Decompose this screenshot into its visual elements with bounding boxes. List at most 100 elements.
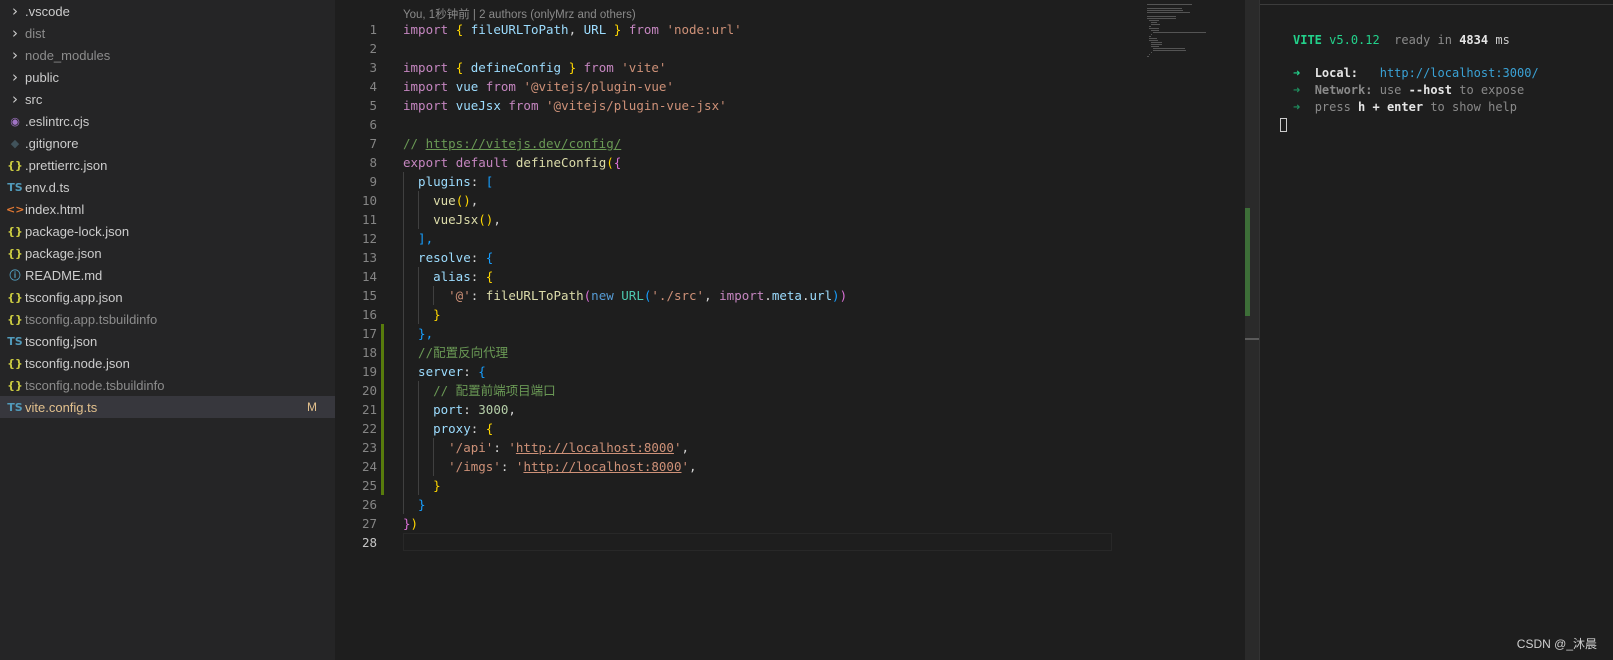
file-item[interactable]: {} tsconfig.app.json: [0, 286, 335, 308]
folder-item[interactable]: › node_modules: [0, 44, 335, 66]
file-item[interactable]: {} tsconfig.node.tsbuildinfo: [0, 374, 335, 396]
code-area[interactable]: 1 import { fileURLToPath, URL } from 'nod…: [335, 20, 1240, 552]
code-text: import { fileURLToPath, URL } from 'node…: [403, 20, 742, 39]
file-item[interactable]: <> index.html: [0, 198, 335, 220]
line-number: 27: [361, 516, 377, 531]
code-line[interactable]: 27}): [335, 514, 1240, 533]
minimap-line: [1149, 28, 1159, 29]
terminal-panel[interactable]: VITE v5.0.12 ready in 4834 ms ➜ Local: h…: [1260, 0, 1613, 660]
git-modified-indicator[interactable]: [381, 400, 384, 419]
line-number: 17: [361, 326, 377, 341]
code-line[interactable]: 14 alias: {: [335, 267, 1240, 286]
code-line[interactable]: 26 }: [335, 495, 1240, 514]
code-token: import: [403, 98, 456, 113]
code-line[interactable]: 19 server: {: [335, 362, 1240, 381]
json-icon: {}: [7, 224, 23, 238]
code-token: ,: [568, 22, 584, 37]
code-line[interactable]: 23 '/api': 'http://localhost:8000',: [335, 438, 1240, 457]
minimap-line: [1151, 42, 1162, 43]
file-item[interactable]: {} .prettierrc.json: [0, 154, 335, 176]
code-line[interactable]: 1 import { fileURLToPath, URL } from 'nod…: [335, 20, 1240, 39]
code-editor[interactable]: You, 1秒钟前 | 2 authors (onlyMrz and other…: [335, 0, 1240, 660]
git-modified-indicator[interactable]: [381, 457, 384, 476]
minimap-line: [1147, 12, 1190, 13]
code-line[interactable]: 7 // https://vitejs.dev/config/: [335, 134, 1240, 153]
file-item[interactable]: TS vite.config.ts M: [0, 396, 335, 418]
typescript-icon: TS: [7, 400, 23, 414]
file-item[interactable]: {} tsconfig.node.json: [0, 352, 335, 374]
line-number: 15: [361, 288, 377, 303]
file-item[interactable]: ◆ .gitignore: [0, 132, 335, 154]
code-token: :: [470, 250, 486, 265]
code-token: fileURLToPath: [485, 288, 584, 303]
code-text: import { defineConfig } from 'vite': [403, 58, 666, 77]
folder-item[interactable]: › dist: [0, 22, 335, 44]
code-line[interactable]: 11 vueJsx(),: [335, 210, 1240, 229]
code-line[interactable]: 8 export default defineConfig({: [335, 153, 1240, 172]
code-token: URL: [583, 22, 607, 37]
git-modified-indicator[interactable]: [381, 362, 384, 381]
folder-item[interactable]: › .vscode: [0, 0, 335, 22]
code-token: :: [470, 269, 486, 284]
file-name-label: tsconfig.json: [25, 333, 98, 349]
scroll-position-marker: [1245, 338, 1259, 340]
code-token: alias: [403, 269, 471, 284]
code-text: // 配置前端项目端口: [403, 381, 556, 400]
code-line[interactable]: 13 resolve: {: [335, 248, 1240, 267]
minimap-line: [1149, 20, 1159, 21]
editor-scroll-thumb[interactable]: [1245, 208, 1250, 316]
file-item[interactable]: {} tsconfig.app.tsbuildinfo: [0, 308, 335, 330]
network-label: Network:: [1314, 83, 1373, 97]
code-line[interactable]: 24 '/imgs': 'http://localhost:8000',: [335, 457, 1240, 476]
git-modified-indicator[interactable]: [381, 438, 384, 457]
code-line[interactable]: 15 '@': fileURLToPath(new URL('./src', i…: [335, 286, 1240, 305]
code-line[interactable]: 2: [335, 39, 1240, 58]
minimap[interactable]: [1147, 4, 1237, 64]
code-line[interactable]: 10 vue(),: [335, 191, 1240, 210]
code-line[interactable]: 28: [335, 533, 1240, 552]
file-item[interactable]: TS env.d.ts: [0, 176, 335, 198]
file-item[interactable]: {} package.json: [0, 242, 335, 264]
code-line[interactable]: 6: [335, 115, 1240, 134]
code-token: {: [485, 269, 494, 284]
code-line[interactable]: 16 }: [335, 305, 1240, 324]
file-name-label: src: [25, 91, 43, 107]
json-icon: {}: [7, 378, 23, 392]
minimap-line: [1147, 4, 1192, 5]
local-url-link[interactable]: http://localhost:3000/: [1380, 66, 1539, 80]
git-modified-indicator[interactable]: [381, 381, 384, 400]
code-line[interactable]: 22 proxy: {: [335, 419, 1240, 438]
code-line[interactable]: 5 import vueJsx from '@vitejs/plugin-vue-…: [335, 96, 1240, 115]
line-number: 10: [361, 193, 377, 208]
git-modified-indicator[interactable]: [381, 419, 384, 438]
eslint-icon: ◉: [10, 114, 20, 128]
code-line[interactable]: 20 // 配置前端项目端口: [335, 381, 1240, 400]
file-item[interactable]: {} package-lock.json: [0, 220, 335, 242]
file-item[interactable]: ⓘ README.md: [0, 264, 335, 286]
code-line[interactable]: 21 port: 3000,: [335, 400, 1240, 419]
code-line[interactable]: 9 plugins: [: [335, 172, 1240, 191]
code-line[interactable]: 25 }: [335, 476, 1240, 495]
code-token: {: [613, 155, 622, 170]
folder-item[interactable]: › src: [0, 88, 335, 110]
minimap-line: [1147, 18, 1176, 19]
code-line[interactable]: 17 },: [335, 324, 1240, 343]
vite-version: v5.0.12: [1329, 33, 1380, 47]
file-name-label: tsconfig.node.json: [25, 355, 130, 371]
git-modified-indicator[interactable]: [381, 476, 384, 495]
file-item[interactable]: ◉ .eslintrc.cjs: [0, 110, 335, 132]
code-token: }: [403, 516, 411, 531]
file-item[interactable]: TS tsconfig.json: [0, 330, 335, 352]
minimap-line: [1151, 24, 1160, 25]
code-line[interactable]: 3 import { defineConfig } from 'vite': [335, 58, 1240, 77]
editor-scrollbar[interactable]: [1245, 0, 1259, 660]
json-icon: {}: [7, 312, 23, 326]
code-line[interactable]: 18 //配置反向代理: [335, 343, 1240, 362]
code-text: import vue from '@vitejs/plugin-vue': [403, 77, 674, 96]
git-modified-indicator[interactable]: [381, 324, 384, 343]
code-line[interactable]: 12 ],: [335, 229, 1240, 248]
git-modified-indicator[interactable]: [381, 343, 384, 362]
code-line[interactable]: 4 import vue from '@vitejs/plugin-vue': [335, 77, 1240, 96]
minimap-line: [1147, 8, 1182, 9]
folder-item[interactable]: › public: [0, 66, 335, 88]
